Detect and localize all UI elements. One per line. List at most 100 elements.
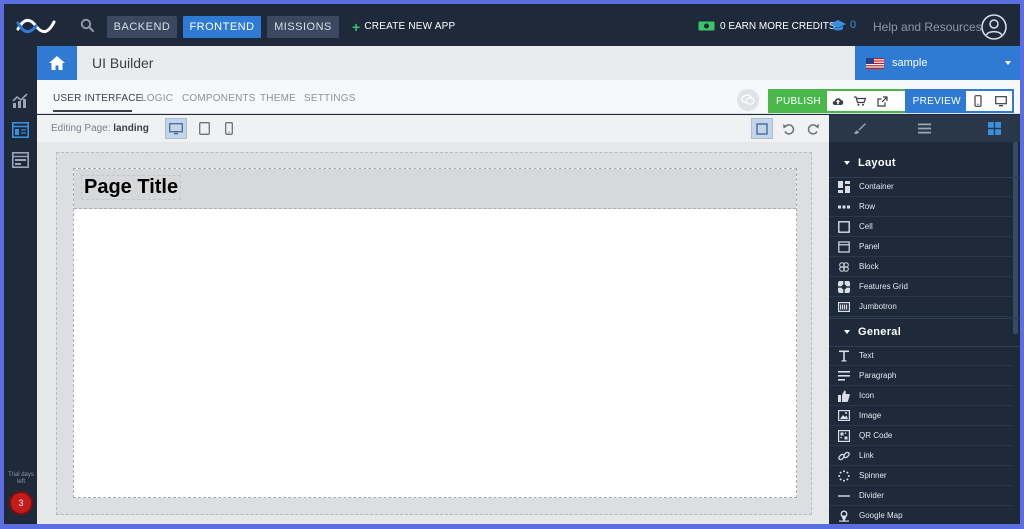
nav-backend[interactable]: BACKEND (107, 16, 177, 38)
device-desktop-button[interactable] (165, 118, 187, 139)
graduation-cap-icon (830, 20, 846, 31)
panel-tab-tree[interactable] (894, 115, 954, 142)
panel-icon (837, 240, 851, 254)
external-link-icon (876, 95, 888, 107)
text-icon (837, 349, 851, 363)
page-title-heading[interactable]: Page Title (81, 175, 182, 200)
component-google-map[interactable]: Google Map (829, 506, 1012, 524)
image-icon (837, 409, 851, 423)
section-layout-title: Layout (858, 157, 896, 169)
mobile-icon (974, 95, 982, 107)
user-avatar-icon[interactable] (981, 14, 1007, 40)
panel-scrollbar[interactable] (1013, 142, 1018, 334)
missions-cap-counter[interactable]: 0 (830, 19, 856, 31)
tab-components[interactable]: COMPONENTS (182, 93, 256, 104)
earn-credits-link[interactable]: 0 EARN MORE CREDITS (698, 20, 836, 32)
preview-button[interactable]: PREVIEW (907, 91, 967, 111)
component-label: Block (859, 262, 879, 271)
grid-icon (988, 122, 1001, 135)
home-button[interactable] (37, 46, 77, 80)
toggle-outlines-button[interactable] (751, 118, 773, 139)
spinner-icon (837, 469, 851, 483)
cart-icon (854, 96, 866, 106)
environment-name: sample (892, 57, 928, 69)
component-container[interactable]: Container (829, 177, 1012, 197)
canvas-area: Page Title (37, 142, 829, 524)
component-image[interactable]: Image (829, 406, 1012, 426)
component-block[interactable]: Block (829, 257, 1012, 277)
search-icon[interactable] (80, 18, 94, 32)
help-and-resources-link[interactable]: Help and Resources (873, 20, 982, 34)
logo-icon[interactable] (16, 16, 56, 36)
analytics-icon[interactable] (12, 92, 29, 108)
nav-frontend[interactable]: FRONTEND (183, 16, 261, 38)
create-new-app-button[interactable]: + CREATE NEW APP (352, 18, 456, 35)
component-label: Spinner (859, 471, 887, 480)
device-tablet-button[interactable] (193, 118, 215, 139)
app-window: BACKEND FRONTEND MISSIONS + CREATE NEW A… (4, 4, 1020, 524)
cell-icon (837, 220, 851, 234)
section-general[interactable]: General (829, 318, 1012, 346)
component-cell[interactable]: Cell (829, 217, 1012, 237)
title-row[interactable]: Page Title (74, 169, 796, 209)
publish-button[interactable]: PUBLISH (770, 91, 827, 111)
preview-mobile-button[interactable] (966, 91, 989, 111)
redo-button[interactable] (802, 118, 824, 139)
undo-icon (782, 124, 794, 135)
component-label: Link (859, 451, 874, 460)
preview-desktop-button[interactable] (989, 91, 1012, 111)
plus-icon: + (352, 18, 361, 35)
marketplace-button[interactable] (849, 91, 871, 111)
component-jumbotron[interactable]: Jumbotron (829, 297, 1012, 317)
tab-user-interface[interactable]: USER INTERFACE (53, 93, 142, 104)
section-layout[interactable]: Layout (829, 149, 1012, 177)
redo-icon (807, 124, 819, 135)
layout-icon[interactable] (12, 152, 29, 168)
nav-missions[interactable]: MISSIONS (267, 16, 339, 38)
component-label: QR Code (859, 431, 893, 440)
editing-label-text: Editing Page: (51, 123, 111, 134)
caret-down-icon (844, 330, 850, 334)
component-qr-code[interactable]: QR Code (829, 426, 1012, 446)
tab-logic[interactable]: LOGIC (141, 93, 173, 104)
us-flag-icon (866, 58, 884, 69)
component-text[interactable]: Text (829, 346, 1012, 366)
component-features-grid[interactable]: Features Grid (829, 277, 1012, 297)
component-spinner[interactable]: Spinner (829, 466, 1012, 486)
component-link[interactable]: Link (829, 446, 1012, 466)
component-divider[interactable]: Divider (829, 486, 1012, 506)
features-grid-icon (837, 280, 851, 294)
map-icon (837, 509, 851, 523)
tab-theme[interactable]: THEME (260, 93, 296, 104)
editing-page-name[interactable]: landing (113, 123, 149, 134)
tab-settings[interactable]: SETTINGS (304, 93, 356, 104)
component-row[interactable]: Row (829, 197, 1012, 217)
ui-builder-icon[interactable] (12, 122, 29, 138)
row-icon (837, 200, 851, 214)
undo-button[interactable] (777, 118, 799, 139)
create-new-app-label: CREATE NEW APP (364, 21, 456, 32)
page-title: UI Builder (92, 55, 154, 71)
desktop-icon (169, 122, 183, 134)
components-panel: Layout Container Row Cell Panel Block Fe… (829, 115, 1020, 524)
page-container[interactable]: Page Title (73, 168, 797, 498)
page-canvas[interactable]: Page Title (56, 152, 812, 515)
trial-days-badge[interactable]: 3 (11, 493, 31, 513)
active-tab-indicator (53, 110, 132, 112)
cloud-upload-button[interactable] (827, 91, 849, 111)
desktop-icon (994, 95, 1007, 106)
chat-button[interactable] (737, 89, 759, 111)
component-panel[interactable]: Panel (829, 237, 1012, 257)
device-mobile-button[interactable] (218, 118, 240, 139)
qr-code-icon (837, 429, 851, 443)
link-icon (837, 449, 851, 463)
panel-tab-styles[interactable] (829, 115, 889, 142)
component-paragraph[interactable]: Paragraph (829, 366, 1012, 386)
open-external-button[interactable] (871, 91, 893, 111)
panel-tab-components[interactable] (969, 115, 1020, 142)
component-icon[interactable]: Icon (829, 386, 1012, 406)
component-label: Divider (859, 491, 884, 500)
environment-select[interactable]: sample (855, 46, 1020, 80)
component-label: Panel (859, 242, 880, 251)
block-icon (837, 260, 851, 274)
